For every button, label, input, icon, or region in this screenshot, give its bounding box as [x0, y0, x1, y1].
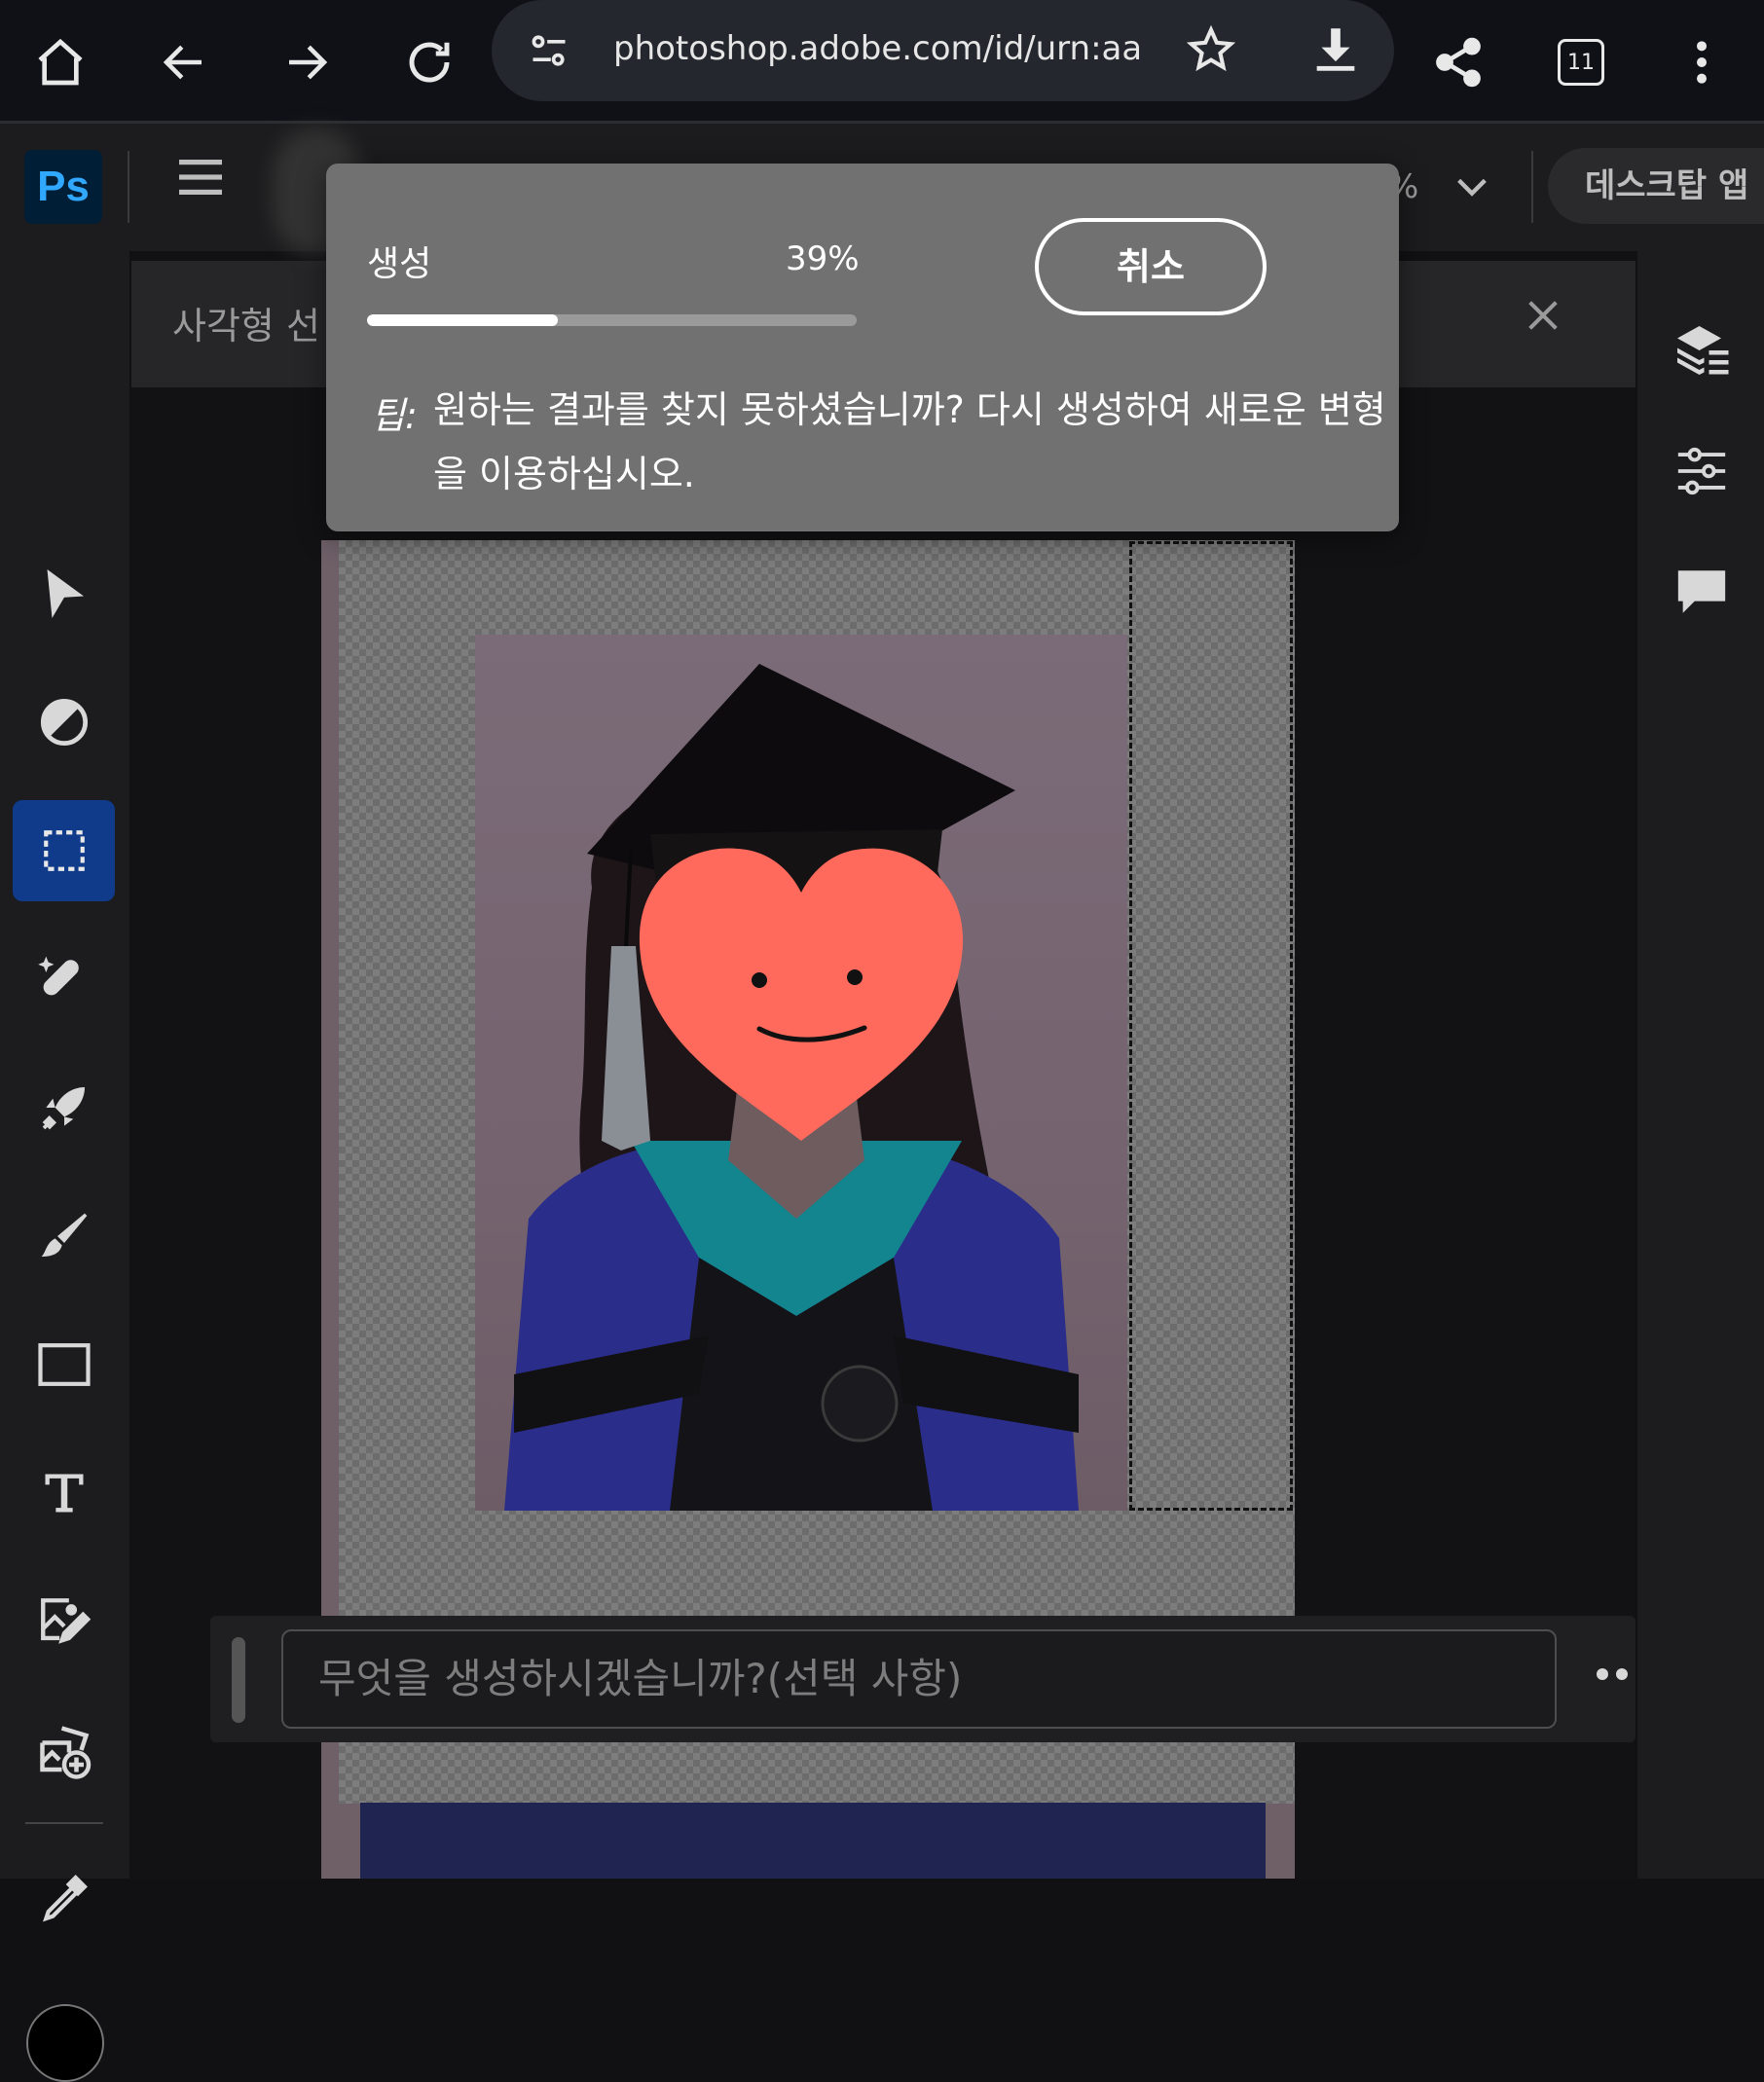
- browser-menu-button[interactable]: [1661, 21, 1743, 103]
- place-image-tool[interactable]: [13, 1571, 115, 1672]
- reload-button[interactable]: [388, 21, 470, 103]
- brush-icon: [41, 1213, 87, 1257]
- home-icon: [38, 38, 83, 86]
- rectangle-select-tool[interactable]: [13, 800, 115, 901]
- generation-percent: 39%: [786, 239, 860, 278]
- tip-text: 원하는 결과를 찾지 못하셨습니까? 다시 생성하여 새로운 변형을 이용하십시…: [433, 388, 1386, 495]
- graduation-photo[interactable]: [475, 635, 1127, 1511]
- healing-tool[interactable]: [13, 929, 115, 1030]
- progress-bar-fill: [367, 314, 559, 326]
- generation-label: 생성: [367, 244, 432, 284]
- layers-icon: [1677, 326, 1729, 375]
- kebab-menu-icon: [1697, 41, 1707, 84]
- dashed-rectangle-icon: [43, 830, 85, 871]
- rectangle-icon: [37, 1343, 91, 1386]
- prompt-input[interactable]: 무엇을 생성하시겠습니까?(선택 사항): [281, 1629, 1557, 1729]
- adjust-tool[interactable]: [13, 672, 115, 773]
- more-options-button[interactable]: [1595, 1664, 1634, 1694]
- left-toolbar: [0, 251, 129, 2082]
- hamburger-icon: [179, 160, 222, 195]
- document-bottom-strip: [360, 1803, 1266, 1879]
- move-tool[interactable]: [13, 543, 115, 644]
- selection-marquee[interactable]: [1129, 541, 1293, 1511]
- chevron-down-icon: [1457, 178, 1487, 197]
- url-text[interactable]: photoshop.adobe.com/id/urn:aaid:sc: [613, 29, 1139, 72]
- adjustments-button[interactable]: [1653, 422, 1750, 520]
- download-icon[interactable]: [1307, 21, 1366, 80]
- generation-progress-dialog: 생성 39% 취소 팁: 원하는 결과를 찾지 못하셨습니까? 다시 생성하여 …: [326, 164, 1399, 531]
- brush-tool[interactable]: [13, 1186, 115, 1287]
- bandage-sparkle-icon: [37, 956, 79, 996]
- image-edit-icon: [40, 1598, 91, 1644]
- image-add-icon: [39, 1726, 91, 1779]
- browser-toolbar: photoshop.adobe.com/id/urn:aaid:sc 11: [0, 0, 1764, 123]
- header-divider: [128, 151, 129, 223]
- address-bar[interactable]: photoshop.adobe.com/id/urn:aaid:sc: [492, 0, 1394, 101]
- right-panel: [1637, 251, 1764, 1879]
- arrow-right-icon: [289, 45, 328, 80]
- eyedropper-icon: [42, 1875, 88, 1922]
- back-button[interactable]: [143, 21, 225, 103]
- toolbar-divider: [25, 1822, 103, 1824]
- arrow-pointer-icon: [47, 569, 84, 618]
- share-icon: [1436, 37, 1481, 88]
- quick-actions-tool[interactable]: [13, 1057, 115, 1158]
- tab-count: 11: [1567, 50, 1595, 75]
- layers-button[interactable]: [1653, 302, 1750, 399]
- close-icon: [1528, 301, 1558, 330]
- text-t-icon: [45, 1474, 83, 1513]
- comments-button[interactable]: [1653, 543, 1750, 640]
- hamburger-menu-button[interactable]: [177, 156, 236, 214]
- bookmark-star-icon[interactable]: [1185, 23, 1239, 78]
- forward-button[interactable]: [266, 21, 348, 103]
- shape-tool[interactable]: [13, 1314, 115, 1415]
- site-settings-icon[interactable]: [527, 29, 575, 72]
- circle-half-icon: [40, 698, 88, 747]
- share-button[interactable]: [1417, 21, 1499, 103]
- speech-bubble-icon: [1677, 570, 1726, 613]
- add-image-tool[interactable]: [13, 1699, 115, 1801]
- zoom-dropdown-button[interactable]: [1452, 167, 1495, 210]
- open-desktop-app-button[interactable]: 데스크탑 앱: [1548, 148, 1764, 224]
- home-button[interactable]: [19, 21, 101, 103]
- tab-count-icon: 11: [1558, 39, 1604, 86]
- drag-handle[interactable]: [232, 1637, 245, 1723]
- sliders-icon: [1677, 447, 1726, 495]
- logo-text: Ps: [37, 163, 90, 210]
- tip-label: 팁:: [371, 394, 418, 437]
- progress-bar: [367, 314, 857, 326]
- generative-prompt-bar: 무엇을 생성하시겠습니까?(선택 사항): [210, 1616, 1635, 1742]
- type-tool[interactable]: [13, 1443, 115, 1544]
- header-divider-right: [1531, 151, 1533, 223]
- reload-icon: [409, 42, 450, 83]
- options-bar-title: 사각형 선: [172, 305, 320, 347]
- tabs-button[interactable]: 11: [1540, 21, 1622, 103]
- cancel-button[interactable]: 취소: [1035, 218, 1267, 315]
- ellipsis-icon: [1597, 1668, 1628, 1680]
- options-close-button[interactable]: [1524, 296, 1582, 354]
- graduation-portrait: [504, 664, 1079, 1511]
- arrow-left-icon: [163, 45, 202, 80]
- foreground-color-swatch[interactable]: [26, 2004, 104, 2082]
- eyedropper-tool[interactable]: [13, 1847, 115, 1949]
- photoshop-logo[interactable]: Ps: [24, 150, 102, 224]
- rocket-icon: [42, 1087, 85, 1130]
